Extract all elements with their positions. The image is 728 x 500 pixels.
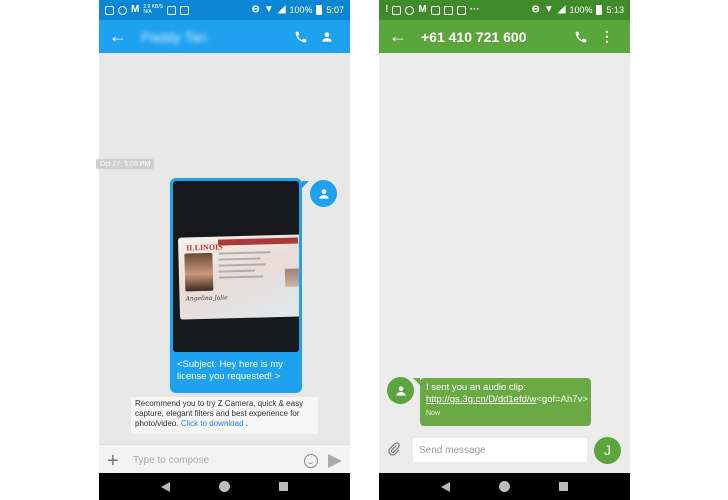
id-card-text-lines [218,251,271,282]
back-arrow-icon[interactable]: ← [109,26,133,47]
person-icon [318,188,329,199]
image-icon [456,5,466,15]
clock-icon [118,5,127,15]
id-card-image: ILLINOIS Angelina Jolie [177,234,299,320]
id-card-portrait [184,252,214,292]
promo-message: Recommend you to try Z Camera, quick & e… [131,397,318,434]
nav-bar [379,473,630,500]
nav-back-icon[interactable] [441,481,451,492]
nav-home-icon[interactable] [498,481,510,492]
battery-icon [316,5,323,15]
battery-percent: 100% [569,5,593,15]
carrier-label: 2.9 KB/S N/A [143,4,164,15]
download-link[interactable]: Click to download [181,419,244,428]
battery-icon [596,5,603,15]
bubble-tail [413,378,420,385]
gallery-icon [430,5,440,15]
incoming-message-bubble[interactable]: I sent you an audio clip: http://gs.3g.c… [420,378,591,426]
back-arrow-icon[interactable]: ← [389,26,413,47]
emoji-icon[interactable] [304,453,318,468]
message-suffix: <gof=Ah7v> [536,394,588,405]
nav-home-icon[interactable] [218,481,230,492]
signal-icon: ◢ [557,4,566,15]
sender-avatar[interactable] [310,180,337,207]
person-icon [395,385,406,396]
linkedin-icon [443,5,453,15]
gallery-icon [105,5,114,15]
message-text: I sent you an audio clip: [426,382,526,393]
alert-icon: ! [385,4,389,15]
status-time: 5:13 [606,5,624,15]
bubble-tail [302,181,309,188]
nav-bar [99,473,350,500]
id-card-state: ILLINOIS [186,242,223,253]
status-time: 5:07 [326,5,344,15]
wifi-icon: ▼ [263,4,274,15]
app-bar: ← +61 410 721 600 ⋮ [379,20,630,53]
phone-number: +61 410 721 600 [421,28,527,45]
wifi-icon: ▼ [543,4,554,15]
mms-subject-text: <Subject: Hey here is my license you req… [177,359,283,382]
dnd-icon: ⊖ [531,4,540,15]
left-bottom-area: + Type to compose [99,444,350,500]
message-time: Now [426,410,441,417]
more-notifications-icon: ··· [469,4,480,15]
send-icon[interactable] [328,453,342,468]
gmail-icon: M [131,4,140,15]
signal-icon: ◢ [277,4,286,15]
message-timestamp: Oct 27, 5:05 PM [96,159,154,169]
call-icon[interactable] [288,30,314,44]
contact-name: Paddy Tan [141,28,207,45]
android-icon [180,5,190,15]
dnd-icon: ⊖ [251,4,260,15]
status-bar: M 2.9 KB/S N/A ⊖ ▼ ◢ 100% 5:07 [99,0,350,20]
xing-icon [392,5,402,15]
compose-input[interactable]: Type to compose [133,455,304,466]
add-attachment-icon[interactable]: + [107,451,129,471]
status-bar: ! M ··· ⊖ ▼ ◢ 100% 5:13 [379,0,630,20]
gmail-icon: M [418,4,427,15]
profile-avatar-button[interactable]: J [594,436,621,464]
attach-clip-icon[interactable] [387,441,409,459]
battery-percent: 100% [289,5,313,15]
nav-recents-icon[interactable] [558,482,568,491]
sender-avatar[interactable] [387,377,414,404]
clock-icon [405,5,415,15]
id-card-signature: Angelina Jolie [185,294,228,303]
call-icon[interactable] [568,30,594,44]
contact-person-icon[interactable] [314,30,340,44]
mms-message-bubble[interactable]: ILLINOIS Angelina Jolie <Subject: Hey he… [170,178,302,393]
id-card-ghost-portrait [284,268,299,287]
compose-bar: Send message J [379,434,630,466]
id-card-band [218,237,299,246]
message-link[interactable]: http://gs.3g.cn/D/dd1efd/w [426,394,536,405]
notification-icon [167,5,177,15]
right-bottom-area: Send message J [379,434,630,500]
compose-bar: + Type to compose [99,444,350,476]
mms-photo[interactable]: ILLINOIS Angelina Jolie [173,181,299,352]
overflow-menu-icon[interactable]: ⋮ [594,28,620,45]
message-input[interactable]: Send message [413,438,587,462]
nav-back-icon[interactable] [161,481,171,492]
nav-recents-icon[interactable] [278,482,288,491]
app-bar: ← Paddy Tan [99,20,350,53]
